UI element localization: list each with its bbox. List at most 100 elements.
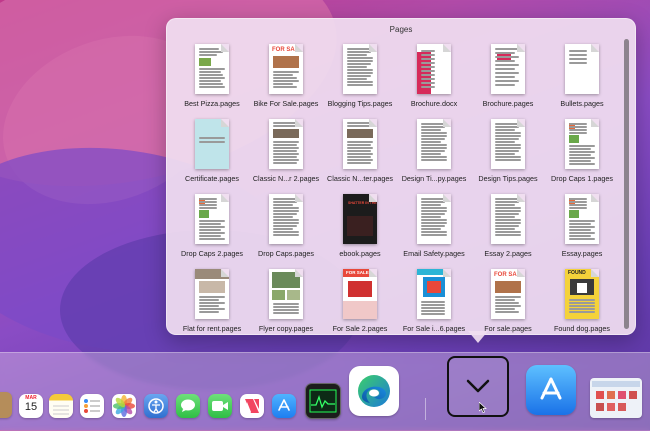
- file-item[interactable]: Design Tips.pages: [471, 116, 545, 190]
- notes-icon[interactable]: [49, 394, 73, 418]
- thumbnail-heading: FOR SALE: [346, 270, 369, 275]
- text-line: [495, 201, 519, 203]
- scrollbar-thumb[interactable]: [624, 39, 629, 329]
- text-line: [273, 228, 293, 230]
- text-line: [199, 238, 225, 240]
- text-line: [199, 299, 219, 301]
- document-thumbnail: [565, 44, 599, 94]
- text-line: [495, 228, 515, 230]
- file-item[interactable]: Bullets.pages: [545, 41, 619, 115]
- document-thumbnail: [417, 119, 451, 169]
- file-item[interactable]: Brochure.pages: [471, 41, 545, 115]
- text-line: [199, 77, 225, 79]
- text-line: [347, 81, 373, 83]
- page-fold: [369, 119, 377, 127]
- file-item[interactable]: Design Ti...py.pages: [397, 116, 471, 190]
- document-thumbnail: SHATTER IN THE DARK: [343, 194, 377, 244]
- text-line: [495, 141, 515, 143]
- document-thumbnail: [343, 44, 377, 94]
- file-item[interactable]: Flat for rent.pages: [175, 266, 249, 340]
- text-line: [199, 226, 225, 228]
- file-item[interactable]: Classic N...ter.pages: [323, 116, 397, 190]
- file-item[interactable]: FOUND Found dog.pages: [545, 266, 619, 340]
- text-line: [273, 150, 297, 152]
- finder-window-icon[interactable]: [590, 378, 642, 418]
- document-thumbnail: FOR SA: [491, 269, 525, 319]
- file-item[interactable]: For Sale i...6.pages: [397, 266, 471, 340]
- calendar-icon[interactable]: MAR 15: [19, 394, 43, 418]
- text-line: [421, 147, 447, 149]
- text-line: [421, 66, 435, 68]
- facetime-icon[interactable]: [208, 394, 232, 418]
- text-line: [273, 306, 299, 308]
- text-line: [199, 80, 221, 82]
- page-fold: [443, 194, 451, 202]
- text-line: [273, 231, 299, 233]
- text-line: [199, 83, 223, 85]
- file-item[interactable]: FOR SALE For Sale 2.pages: [323, 266, 397, 340]
- text-line: [569, 305, 595, 307]
- photos-icon[interactable]: [112, 394, 136, 418]
- app-store-icon[interactable]: [272, 394, 296, 418]
- text-line: [273, 71, 299, 73]
- text-line: [495, 129, 515, 131]
- text-line: [421, 304, 445, 306]
- file-name: Email Safety.pages: [403, 249, 465, 258]
- text-line: [273, 77, 297, 79]
- file-item[interactable]: FOR SA Bike For Sale.pages: [249, 41, 323, 115]
- file-item[interactable]: Drop Caps 2.pages: [175, 191, 249, 265]
- text-line: [569, 201, 587, 203]
- text-line: [347, 144, 371, 146]
- system-preferences-icon[interactable]: [144, 394, 168, 418]
- text-line: [495, 76, 515, 78]
- thumbnail-block: [427, 281, 441, 293]
- file-item[interactable]: Blogging Tips.pages: [323, 41, 397, 115]
- file-item[interactable]: Best Pizza.pages: [175, 41, 249, 115]
- text-line: [273, 213, 297, 215]
- messages-icon[interactable]: [176, 394, 200, 418]
- stack-toggle-button[interactable]: [447, 356, 509, 417]
- text-line: [421, 62, 435, 64]
- thumbnail-heading: FOR SA: [494, 272, 517, 278]
- document-thumbnail: [491, 119, 525, 169]
- popover-arrow: [468, 331, 488, 343]
- popover-scrollbar[interactable]: [624, 39, 629, 329]
- file-item[interactable]: FOR SA For sale.pages: [471, 266, 545, 340]
- file-item[interactable]: SHATTER IN THE DARK ebook.pages: [323, 191, 397, 265]
- file-item[interactable]: Essay.pages: [545, 191, 619, 265]
- partial-app-icon[interactable]: [0, 392, 12, 418]
- text-line: [273, 210, 299, 212]
- text-line: [421, 150, 445, 152]
- page-fold: [591, 269, 599, 277]
- file-item[interactable]: Flyer copy.pages: [249, 266, 323, 340]
- text-line: [569, 207, 587, 209]
- edge-icon[interactable]: [349, 366, 399, 416]
- text-line: [199, 232, 225, 234]
- thumbnail-heading: FOUND: [568, 270, 586, 276]
- text-line: [199, 207, 217, 209]
- text-line: [421, 135, 447, 137]
- document-thumbnail: [195, 269, 229, 319]
- thumbnail-block: [569, 135, 579, 143]
- activity-monitor-icon[interactable]: [305, 383, 341, 419]
- page-fold: [369, 269, 377, 277]
- pages-stack-popover: Pages Best Pizza.pages FOR SA Bike For Sal…: [166, 18, 636, 335]
- file-item[interactable]: Drop Caps 1.pages: [545, 116, 619, 190]
- file-item[interactable]: Classic N...r 2.pages: [249, 116, 323, 190]
- text-line: [421, 210, 447, 212]
- file-item[interactable]: Drop Caps.pages: [249, 191, 323, 265]
- app-store-large-icon[interactable]: [526, 365, 576, 415]
- text-line: [273, 141, 299, 143]
- file-item[interactable]: Essay 2.pages: [471, 191, 545, 265]
- file-item[interactable]: Brochure.docx: [397, 41, 471, 115]
- reminders-icon[interactable]: [80, 394, 104, 418]
- file-item[interactable]: Email Safety.pages: [397, 191, 471, 265]
- text-line: [495, 308, 515, 310]
- text-line: [569, 58, 587, 60]
- text-line: [495, 80, 519, 82]
- news-icon[interactable]: [240, 394, 264, 418]
- file-item[interactable]: Certificate.pages: [175, 116, 249, 190]
- text-line: [495, 159, 521, 161]
- text-line: [199, 198, 217, 200]
- text-line: [421, 54, 435, 56]
